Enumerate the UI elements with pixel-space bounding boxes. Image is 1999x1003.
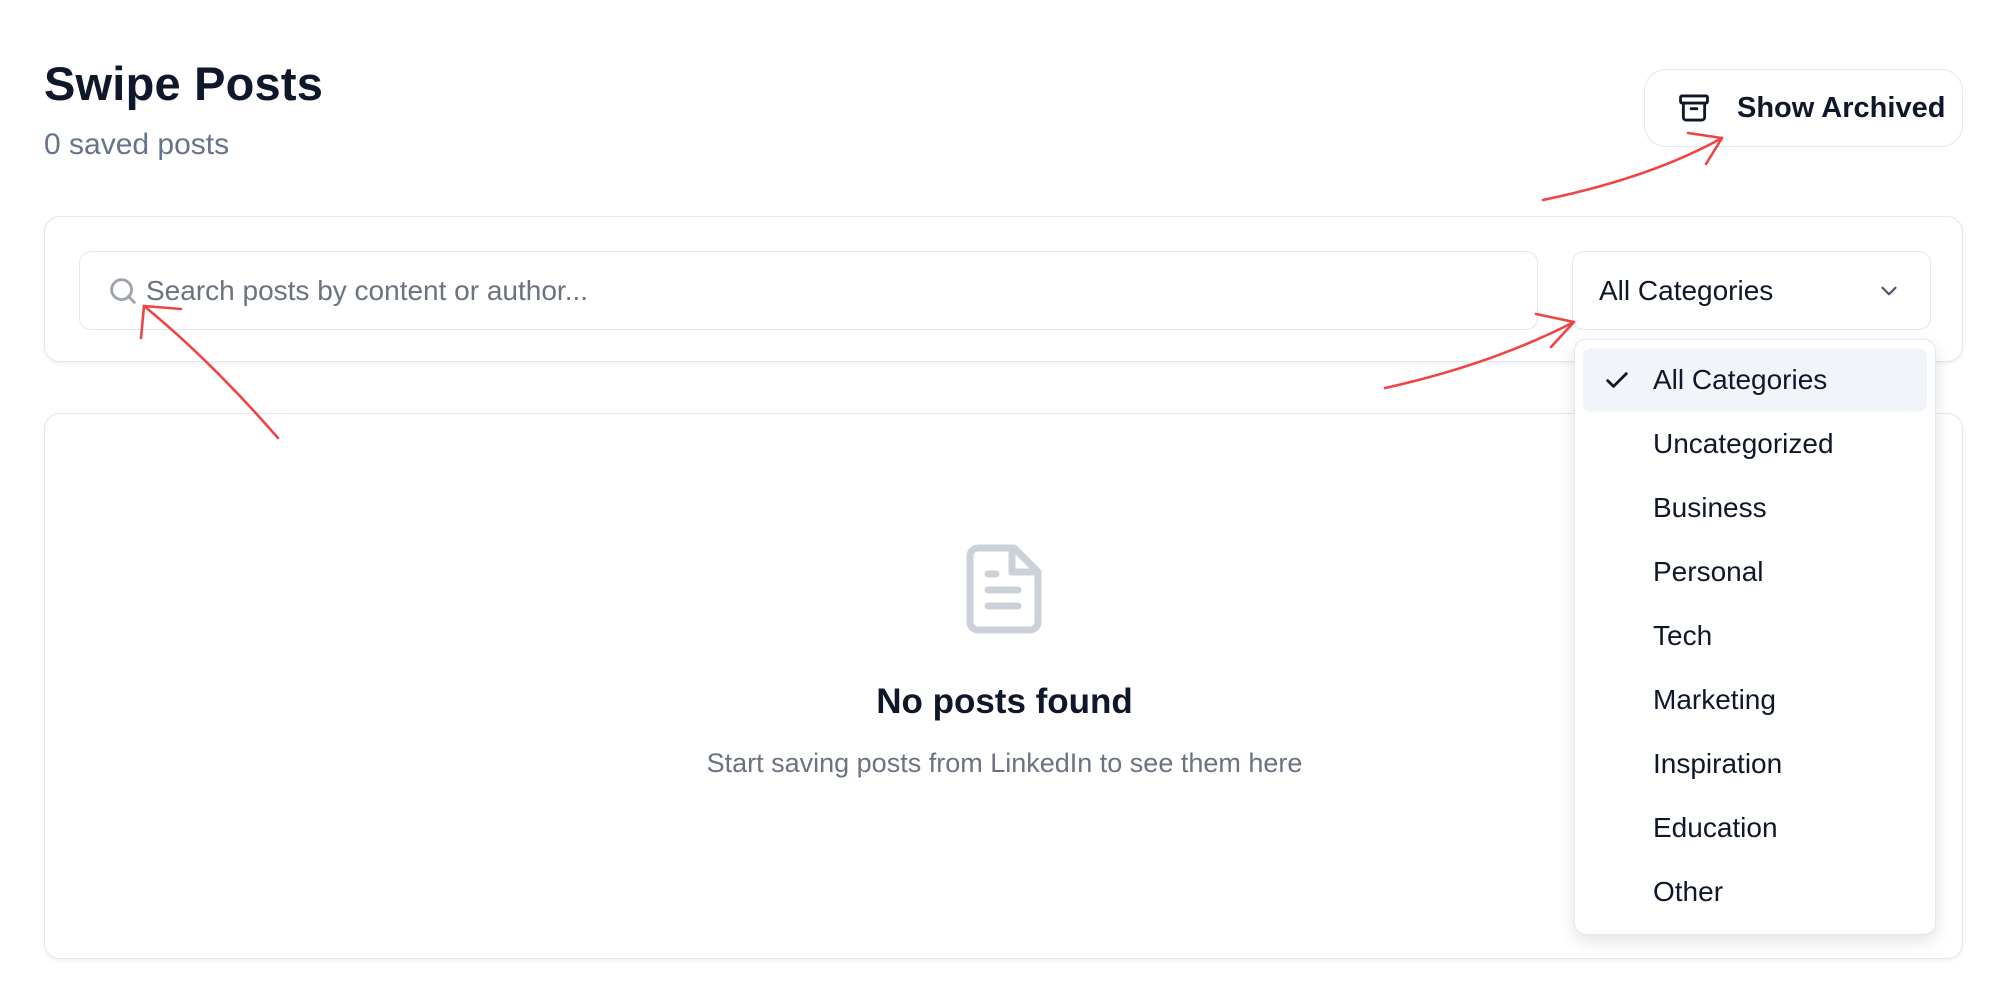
check-icon <box>1606 372 1628 388</box>
category-option-label: Tech <box>1653 620 1713 651</box>
category-option-other[interactable]: Other <box>1583 860 1927 924</box>
category-option-tech[interactable]: Tech <box>1583 604 1927 668</box>
swipe-posts-page: Swipe Posts 0 saved posts Show Archived … <box>0 0 1999 1003</box>
category-option-uncategorized[interactable]: Uncategorized <box>1583 412 1927 476</box>
category-option-label: Other <box>1653 876 1724 907</box>
category-dropdown-menu: All Categories Uncategorized Business Pe… <box>1574 339 1936 935</box>
chevron-down-icon <box>1881 286 1897 296</box>
category-select-value: All Categories <box>1599 274 1774 306</box>
file-text-icon <box>966 544 1042 634</box>
category-option-personal[interactable]: Personal <box>1583 540 1927 604</box>
category-option-label: Uncategorized <box>1653 428 1834 459</box>
search-box[interactable] <box>79 251 1538 330</box>
show-archived-label: Show Archived <box>1737 91 1946 124</box>
search-input[interactable] <box>146 252 1526 329</box>
category-select[interactable]: All Categories <box>1572 251 1931 330</box>
category-option-business[interactable]: Business <box>1583 476 1927 540</box>
show-archived-button[interactable]: Show Archived <box>1644 69 1963 147</box>
category-option-all[interactable]: All Categories <box>1583 348 1927 412</box>
search-icon <box>110 278 136 304</box>
category-option-education[interactable]: Education <box>1583 796 1927 860</box>
annotation-arrow-show-archived <box>1541 136 1724 202</box>
archive-icon <box>1679 94 1709 122</box>
category-option-label: Marketing <box>1653 684 1776 715</box>
category-option-marketing[interactable]: Marketing <box>1583 668 1927 732</box>
saved-posts-count: 0 saved posts <box>44 128 230 161</box>
category-option-label: All Categories <box>1653 364 1828 395</box>
category-option-label: Personal <box>1653 556 1764 587</box>
category-option-label: Business <box>1653 492 1767 523</box>
category-option-label: Inspiration <box>1653 748 1783 779</box>
category-option-label: Education <box>1653 812 1778 843</box>
page-title: Swipe Posts <box>44 57 324 110</box>
category-option-inspiration[interactable]: Inspiration <box>1583 732 1927 796</box>
